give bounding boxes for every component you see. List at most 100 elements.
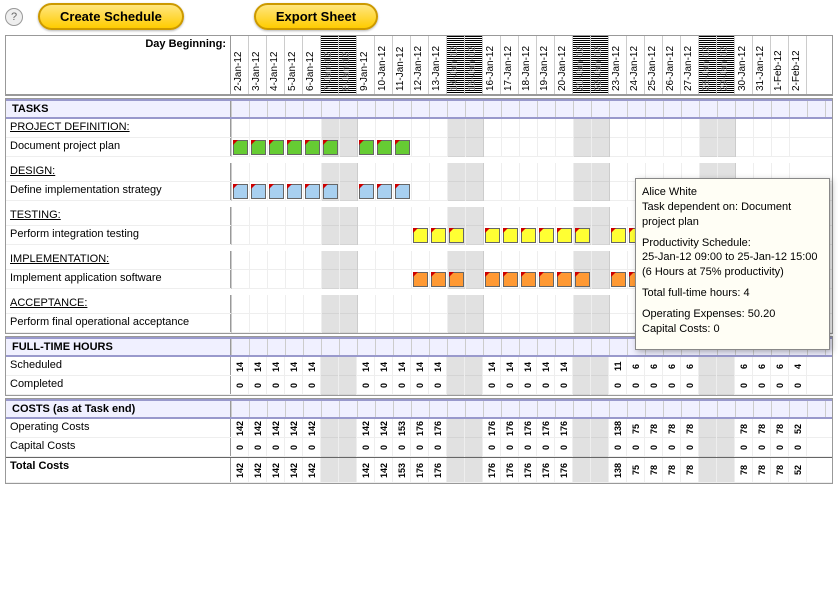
data-cell: 6 bbox=[771, 357, 789, 376]
data-cell: 142 bbox=[303, 419, 321, 438]
gantt-bar[interactable] bbox=[233, 140, 248, 155]
total-cell: 78 bbox=[645, 458, 663, 482]
date-header-cell: 30-Jan-12 bbox=[735, 36, 753, 94]
total-cell bbox=[447, 458, 465, 482]
gantt-bar[interactable] bbox=[449, 228, 464, 243]
total-cell: 142 bbox=[375, 458, 393, 482]
data-cell: 0 bbox=[627, 438, 645, 457]
gantt-bar[interactable] bbox=[413, 228, 428, 243]
date-header-cell: 17-Jan-12 bbox=[501, 36, 519, 94]
gantt-bar[interactable] bbox=[377, 140, 392, 155]
gantt-bar[interactable] bbox=[539, 228, 554, 243]
gantt-bar[interactable] bbox=[305, 140, 320, 155]
gantt-bar[interactable] bbox=[575, 228, 590, 243]
gantt-bar[interactable] bbox=[233, 184, 248, 199]
data-cell bbox=[321, 419, 339, 438]
gantt-bar[interactable] bbox=[557, 228, 572, 243]
gantt-bar[interactable] bbox=[395, 140, 410, 155]
data-cell bbox=[321, 376, 339, 395]
export-sheet-button[interactable]: Export Sheet bbox=[254, 3, 378, 30]
gantt-bar[interactable] bbox=[431, 272, 446, 287]
date-header-cell: 22-Jan-12 bbox=[591, 36, 609, 94]
data-cell bbox=[591, 376, 609, 395]
gantt-bar[interactable] bbox=[251, 184, 266, 199]
total-cell: 176 bbox=[555, 458, 573, 482]
gantt-bar[interactable] bbox=[611, 272, 626, 287]
data-cell bbox=[699, 438, 717, 457]
data-cell: 14 bbox=[375, 357, 393, 376]
data-cell: 0 bbox=[393, 438, 411, 457]
data-cell: 0 bbox=[663, 376, 681, 395]
date-header-cell: 14-Jan-12 bbox=[447, 36, 465, 94]
gantt-bar[interactable] bbox=[359, 140, 374, 155]
costs-section: COSTS (as at Task end) Operating Costs14… bbox=[5, 398, 833, 484]
tasks-header: TASKS bbox=[6, 101, 231, 117]
gantt-bar[interactable] bbox=[269, 184, 284, 199]
data-cell: 14 bbox=[231, 357, 249, 376]
data-cell: 0 bbox=[789, 438, 807, 457]
gantt-bar[interactable] bbox=[611, 228, 626, 243]
data-cell bbox=[699, 419, 717, 438]
gantt-bar[interactable] bbox=[323, 140, 338, 155]
tooltip-hours: Total full-time hours: 4 bbox=[642, 286, 823, 301]
date-header-cell: 2-Jan-12 bbox=[231, 36, 249, 94]
help-icon[interactable]: ? bbox=[5, 8, 23, 26]
date-header-cell: 27-Jan-12 bbox=[681, 36, 699, 94]
data-cell: 176 bbox=[537, 419, 555, 438]
gantt-bar[interactable] bbox=[539, 272, 554, 287]
date-header-cell: 4-Jan-12 bbox=[267, 36, 285, 94]
task-category: IMPLEMENTATION: bbox=[6, 251, 231, 269]
total-cell bbox=[339, 458, 357, 482]
data-cell bbox=[699, 357, 717, 376]
gantt-bar[interactable] bbox=[503, 272, 518, 287]
date-header-cell: 6-Jan-12 bbox=[303, 36, 321, 94]
date-header-cell: 2-Feb-12 bbox=[789, 36, 807, 94]
gantt-bar[interactable] bbox=[287, 140, 302, 155]
data-cell bbox=[573, 419, 591, 438]
tooltip-schedule: 25-Jan-12 09:00 to 25-Jan-12 15:00 (6 Ho… bbox=[642, 251, 818, 278]
gantt-bar[interactable] bbox=[377, 184, 392, 199]
total-cell: 142 bbox=[285, 458, 303, 482]
data-cell bbox=[699, 376, 717, 395]
data-cell: 14 bbox=[393, 357, 411, 376]
gantt-bar[interactable] bbox=[305, 184, 320, 199]
gantt-bar[interactable] bbox=[521, 272, 536, 287]
data-cell: 0 bbox=[627, 376, 645, 395]
gantt-bar[interactable] bbox=[287, 184, 302, 199]
data-cell: 0 bbox=[267, 376, 285, 395]
data-cell bbox=[591, 438, 609, 457]
gantt-bar[interactable] bbox=[269, 140, 284, 155]
data-cell: 78 bbox=[771, 419, 789, 438]
data-cell: 14 bbox=[249, 357, 267, 376]
create-schedule-button[interactable]: Create Schedule bbox=[38, 3, 184, 30]
gantt-bar[interactable] bbox=[557, 272, 572, 287]
data-cell bbox=[717, 419, 735, 438]
data-cell: 14 bbox=[537, 357, 555, 376]
gantt-bar[interactable] bbox=[323, 184, 338, 199]
date-header: Day Beginning: 2-Jan-123-Jan-124-Jan-125… bbox=[5, 35, 833, 96]
total-cell bbox=[465, 458, 483, 482]
gantt-bar[interactable] bbox=[485, 228, 500, 243]
tooltip-opex: Operating Expenses: 50.20 bbox=[642, 308, 775, 320]
gantt-bar[interactable] bbox=[359, 184, 374, 199]
gantt-bar[interactable] bbox=[503, 228, 518, 243]
total-cell bbox=[573, 458, 591, 482]
tooltip-dependency: Task dependent on: Document project plan bbox=[642, 201, 791, 228]
data-cell: 14 bbox=[285, 357, 303, 376]
date-header-cell: 21-Jan-12 bbox=[573, 36, 591, 94]
task-name: Implement application software bbox=[6, 270, 231, 288]
gantt-bar[interactable] bbox=[575, 272, 590, 287]
data-cell: 0 bbox=[519, 376, 537, 395]
gantt-bar[interactable] bbox=[431, 228, 446, 243]
gantt-bar[interactable] bbox=[251, 140, 266, 155]
gantt-bar[interactable] bbox=[521, 228, 536, 243]
total-cell: 142 bbox=[231, 458, 249, 482]
gantt-bar[interactable] bbox=[449, 272, 464, 287]
gantt-bar[interactable] bbox=[485, 272, 500, 287]
data-cell: 78 bbox=[681, 419, 699, 438]
data-cell bbox=[717, 438, 735, 457]
total-cell: 142 bbox=[249, 458, 267, 482]
gantt-bar[interactable] bbox=[395, 184, 410, 199]
data-cell: 142 bbox=[231, 419, 249, 438]
gantt-bar[interactable] bbox=[413, 272, 428, 287]
